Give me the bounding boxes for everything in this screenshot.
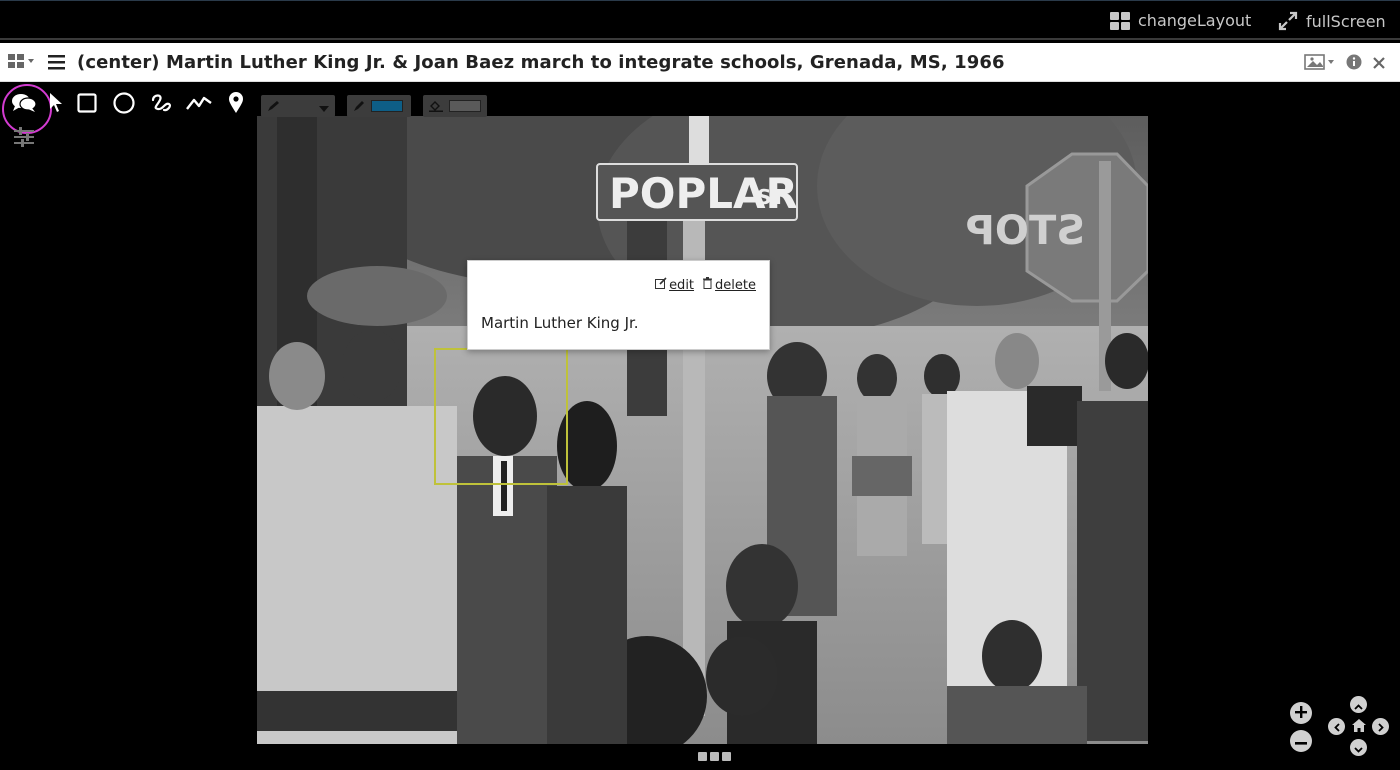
info-icon[interactable] <box>1346 54 1362 74</box>
minus-icon <box>1295 732 1307 750</box>
delete-annotation-link[interactable]: delete <box>702 277 756 293</box>
view-menu-icon[interactable] <box>8 53 36 75</box>
plus-icon <box>1295 704 1307 722</box>
comment-icon <box>11 92 37 118</box>
chevron-down-icon <box>1354 738 1363 757</box>
zoom-in-button[interactable] <box>1290 702 1312 724</box>
delete-label: delete <box>715 277 756 293</box>
circle-tool[interactable] <box>111 92 137 118</box>
zoom-out-button[interactable] <box>1290 730 1312 752</box>
adjust-settings-button[interactable] <box>12 126 36 152</box>
chevron-right-icon <box>1377 717 1384 736</box>
pencil-icon <box>353 97 365 116</box>
image-viewer[interactable]: STOP POPLAR ST edit delete Martin Luther… <box>0 82 1400 770</box>
trash-icon <box>702 277 713 293</box>
expand-icon <box>1278 11 1298 31</box>
pan-down-button[interactable] <box>1350 739 1367 756</box>
pan-up-button[interactable] <box>1350 696 1367 713</box>
edit-icon <box>655 277 667 293</box>
stroke-style-select[interactable] <box>261 95 335 117</box>
pan-right-button[interactable] <box>1372 718 1389 735</box>
page-indicator[interactable] <box>698 752 731 761</box>
photograph[interactable]: STOP POPLAR ST <box>257 116 1148 744</box>
page-title: (center) Martin Luther King Jr. & Joan B… <box>77 52 1005 73</box>
close-icon[interactable] <box>1372 55 1386 74</box>
pencil-icon <box>267 97 281 116</box>
rectangle-icon <box>77 93 97 117</box>
stop-sign-text: STOP <box>966 208 1085 254</box>
polyline-icon <box>186 94 212 116</box>
stroke-color-swatch <box>371 100 403 112</box>
chevron-up-icon <box>1354 695 1363 714</box>
annotation-text: Martin Luther King Jr. <box>481 314 639 332</box>
rectangle-tool[interactable] <box>74 92 100 118</box>
freehand-icon <box>150 93 172 117</box>
image-options-icon[interactable] <box>1304 53 1336 75</box>
stroke-color-picker[interactable] <box>347 95 411 117</box>
polyline-tool[interactable] <box>186 92 212 118</box>
street-suffix-text: ST <box>757 185 785 209</box>
pointer-icon <box>48 92 64 118</box>
pin-tool[interactable] <box>223 92 249 118</box>
home-icon <box>1351 717 1366 736</box>
home-button[interactable] <box>1350 718 1367 735</box>
annotation-rectangle[interactable] <box>434 348 568 485</box>
fill-color-picker[interactable] <box>423 95 487 117</box>
fill-bucket-icon <box>429 97 443 116</box>
pan-left-button[interactable] <box>1328 718 1345 735</box>
pin-icon <box>228 92 244 118</box>
sliders-icon <box>12 127 36 152</box>
fill-color-swatch <box>449 100 481 112</box>
chevron-left-icon <box>1333 717 1340 736</box>
top-bar: changeLayout fullScreen <box>0 0 1400 40</box>
pointer-tool[interactable] <box>43 92 69 118</box>
freehand-tool[interactable] <box>148 92 174 118</box>
grid-icon <box>1110 11 1130 30</box>
full-screen-button[interactable]: fullScreen <box>1278 11 1386 31</box>
change-layout-label: changeLayout <box>1138 11 1252 30</box>
edit-label: edit <box>669 277 695 293</box>
full-screen-label: fullScreen <box>1306 11 1386 31</box>
chevron-down-icon <box>319 97 329 116</box>
comment-tool[interactable] <box>11 92 37 118</box>
circle-icon <box>113 92 135 118</box>
change-layout-button[interactable]: changeLayout <box>1110 11 1251 30</box>
hamburger-menu-icon[interactable] <box>48 54 66 74</box>
annotation-popup: edit delete Martin Luther King Jr. <box>467 260 770 350</box>
title-bar: (center) Martin Luther King Jr. & Joan B… <box>0 43 1400 82</box>
edit-annotation-link[interactable]: edit <box>655 277 694 293</box>
